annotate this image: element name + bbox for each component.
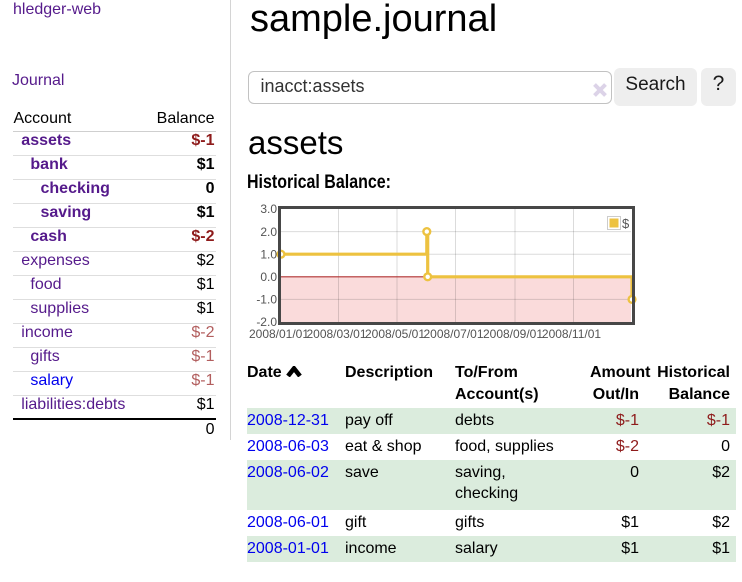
svg-text:2008/07/01: 2008/07/01 (423, 327, 483, 341)
svg-text:2008/03/01: 2008/03/01 (306, 327, 366, 341)
svg-text:2008/11/01: 2008/11/01 (542, 327, 601, 341)
svg-text:2008/05/01: 2008/05/01 (365, 327, 425, 341)
svg-text:-1.0: -1.0 (256, 293, 277, 307)
svg-text:0.0: 0.0 (260, 270, 277, 284)
svg-text:$: $ (622, 216, 630, 231)
svg-text:2008/09/01: 2008/09/01 (483, 327, 543, 341)
svg-text:1.0: 1.0 (260, 247, 277, 261)
svg-text:2008/01/01: 2008/01/01 (249, 327, 309, 341)
svg-text:2.0: 2.0 (260, 225, 277, 239)
svg-text:3.0: 3.0 (260, 202, 277, 216)
